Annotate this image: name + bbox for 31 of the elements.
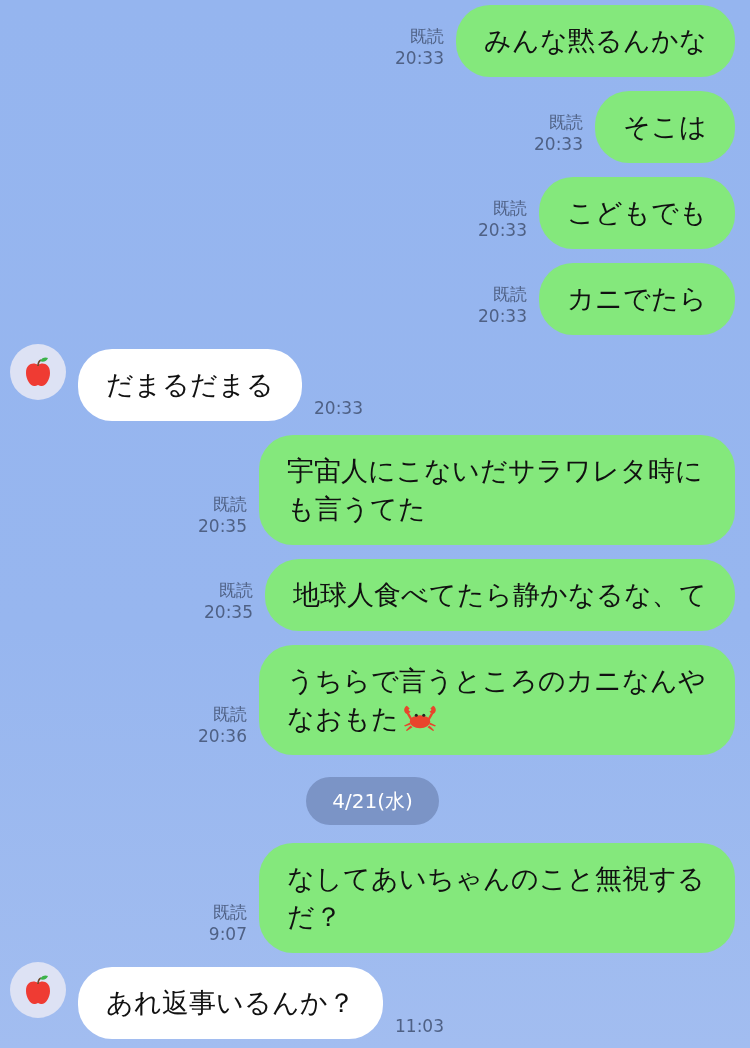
message-bubble: なしてあいちゃんのこと無視するだ？ (259, 843, 735, 953)
read-receipt: 既読 (410, 25, 444, 47)
message-bubble: 宇宙人にこないだサラワレタ時にも言うてた (259, 435, 735, 545)
message-bubble: みんな黙るんかな (456, 5, 735, 77)
message-time: 20:33 (395, 47, 444, 69)
message-bubble: 地球人食べてたら静かなるな、て (265, 559, 735, 631)
message-time: 9:07 (208, 923, 247, 945)
read-receipt: 既読 (493, 197, 527, 219)
message-bubble: うちらで言うところのカニなんやなおもた (259, 645, 735, 755)
message-bubble: そこは (595, 91, 735, 163)
read-receipt: 既読 (213, 901, 247, 923)
read-receipt: 既読 (549, 111, 583, 133)
message-time: 20:35 (198, 515, 247, 537)
avatar-apple-icon[interactable] (10, 962, 66, 1018)
avatar-apple-icon[interactable] (10, 344, 66, 400)
message-bubble: カニでたら (539, 263, 735, 335)
message-time: 20:36 (198, 725, 247, 747)
read-receipt: 既読 (219, 579, 253, 601)
message-time: 20:35 (204, 601, 253, 623)
date-separator: 4/21(水) (306, 777, 439, 825)
message-time: 20:33 (478, 219, 527, 241)
message-time: 20:33 (534, 133, 583, 155)
message-bubble: こどもでも (539, 177, 735, 249)
read-receipt: 既読 (213, 493, 247, 515)
message-time: 11:03 (395, 1015, 444, 1038)
read-receipt: 既読 (213, 703, 247, 725)
message-time: 20:33 (314, 397, 363, 420)
message-bubble: だまるだまる (78, 349, 302, 421)
message-time: 20:33 (478, 305, 527, 327)
message-bubble: あれ返事いるんか？ (78, 967, 383, 1039)
read-receipt: 既読 (493, 283, 527, 305)
